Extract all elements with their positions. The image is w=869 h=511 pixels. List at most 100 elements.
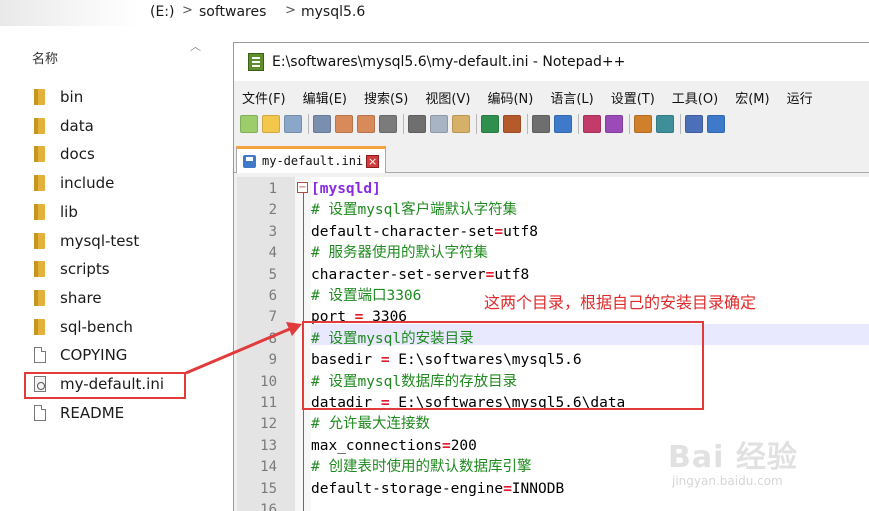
file-row-include[interactable]: include xyxy=(34,172,114,194)
file-name: data xyxy=(60,116,94,135)
toolbar-separator xyxy=(476,114,477,134)
file-highlight-box xyxy=(24,372,186,399)
file-row-scripts[interactable]: scripts xyxy=(34,258,110,280)
file-name: mysql-test xyxy=(60,231,140,250)
close-icon[interactable]: × xyxy=(366,154,380,168)
sync-h-icon[interactable] xyxy=(656,115,674,133)
menu-item-2[interactable]: 搜索(S) xyxy=(364,88,408,107)
code-line[interactable]: default-character-set=utf8 xyxy=(311,222,538,243)
column-header-name[interactable]: 名称 xyxy=(32,48,58,67)
show-all-icon[interactable] xyxy=(707,115,725,133)
breadcrumb-drive[interactable]: (E:) xyxy=(150,4,175,20)
save-icon[interactable] xyxy=(284,115,302,133)
code-line[interactable]: # 设置mysql客户端默认字符集 xyxy=(311,200,517,221)
file-name: docs xyxy=(60,145,95,164)
fold-collapse-icon[interactable]: − xyxy=(297,182,308,193)
code-line[interactable]: # 设置端口3306 xyxy=(311,286,421,307)
file-icon xyxy=(34,404,46,421)
folder-icon xyxy=(34,203,45,220)
toolbar-separator xyxy=(578,114,579,134)
open-icon[interactable] xyxy=(262,115,280,133)
menu-item-6[interactable]: 设置(T) xyxy=(611,88,655,107)
line-number-gutter: 1 2 3 4 5 6 7 8 9 10 11 12 13 14 15 16 xyxy=(237,177,295,511)
file-row-data[interactable]: data xyxy=(34,115,94,137)
line-number: 1 xyxy=(268,181,277,197)
config-key: default-storage-engine xyxy=(311,480,504,497)
code-line[interactable]: # 允许最大连接数 xyxy=(311,414,430,435)
line-number: 12 xyxy=(260,416,277,433)
file-row-bin[interactable]: bin xyxy=(34,86,83,108)
file-row-readme[interactable]: README xyxy=(34,402,124,424)
file-row-docs[interactable]: docs xyxy=(34,143,95,165)
close-icon[interactable] xyxy=(335,115,353,133)
line-number: 13 xyxy=(260,437,277,454)
config-key: character-set-server xyxy=(311,266,486,283)
code-line[interactable]: # 创建表时使用的默认数据库引擎 xyxy=(311,457,531,478)
print-icon[interactable] xyxy=(379,115,397,133)
menu-item-4[interactable]: 编码(N) xyxy=(487,88,533,107)
code-line[interactable]: default-storage-engine=INNODB xyxy=(311,479,564,500)
code-line[interactable]: # 服务器使用的默认字符集 xyxy=(311,243,488,264)
line-number: 6 xyxy=(268,288,277,304)
line-number: 10 xyxy=(260,373,277,390)
tab-my-default-ini[interactable]: my-default.ini × xyxy=(236,146,386,173)
line-number: 15 xyxy=(260,480,277,497)
config-value: utf8 xyxy=(494,266,530,283)
menu-item-7[interactable]: 工具(O) xyxy=(672,88,718,107)
replace-icon[interactable] xyxy=(554,115,572,133)
zoom-out-icon[interactable] xyxy=(605,115,623,133)
wrap-icon[interactable] xyxy=(685,115,703,133)
save-all-icon[interactable] xyxy=(313,115,331,133)
file-row-sql-bench[interactable]: sql-bench xyxy=(34,316,133,338)
code-line[interactable]: max_connections=200 xyxy=(311,436,477,457)
breadcrumb-softwares[interactable]: softwares xyxy=(199,4,266,20)
folder-icon xyxy=(34,146,45,163)
line-number: 3 xyxy=(268,223,277,240)
toolbar-separator xyxy=(308,114,309,134)
code-comment: # 设置mysql客户端默认字符集 xyxy=(311,202,518,219)
file-row-mysql-test[interactable]: mysql-test xyxy=(34,230,139,252)
line-number: 5 xyxy=(268,266,277,283)
redo-icon[interactable] xyxy=(503,115,521,133)
toolbar-separator xyxy=(629,114,630,134)
folder-icon xyxy=(34,89,45,105)
menu-item-3[interactable]: 视图(V) xyxy=(425,88,470,107)
file-row-lib[interactable]: lib xyxy=(34,201,78,223)
folder-icon xyxy=(34,117,45,134)
line-number: 4 xyxy=(268,245,277,262)
file-list: ︿ 名称 bin data docs include lib mysql-test scri… xyxy=(0,36,236,511)
find-icon[interactable] xyxy=(532,115,550,133)
menu-item-5[interactable]: 语言(L) xyxy=(550,88,593,107)
code-comment: # 允许最大连接数 xyxy=(311,416,430,433)
undo-icon[interactable] xyxy=(481,115,499,133)
toolbar xyxy=(234,109,869,139)
file-icon xyxy=(34,347,46,364)
cut-icon[interactable] xyxy=(408,115,426,133)
sync-v-icon[interactable] xyxy=(634,115,652,133)
sort-up-icon: ︿ xyxy=(190,40,201,53)
file-row-copying[interactable]: COPYING xyxy=(34,344,127,366)
new-icon[interactable] xyxy=(240,115,258,133)
code-line[interactable]: [mysqld] xyxy=(311,179,381,200)
config-key: default-character-set xyxy=(311,223,495,240)
window-titlebar[interactable]: E:\softwares\mysql5.6\my-default.ini - N… xyxy=(234,43,869,81)
line-number: 11 xyxy=(260,395,277,411)
menu-item-9[interactable]: 运行 xyxy=(787,88,813,107)
menu-item-8[interactable]: 宏(M) xyxy=(735,88,769,107)
copy-icon[interactable] xyxy=(430,115,448,133)
code-line[interactable]: character-set-server=utf8 xyxy=(311,265,529,286)
paste-icon[interactable] xyxy=(452,115,470,133)
annotation-text: 这两个目录，根据自己的安装目录确定 xyxy=(484,293,757,312)
file-name: README xyxy=(60,403,125,422)
file-row-share[interactable]: share xyxy=(34,287,102,309)
zoom-in-icon[interactable] xyxy=(583,115,601,133)
config-key: max_connections xyxy=(311,437,442,454)
close-all-icon[interactable] xyxy=(357,115,375,133)
watermark: Bai 经验 jingyan.baidu.com xyxy=(660,430,860,505)
menu-item-1[interactable]: 编辑(E) xyxy=(303,88,347,107)
breadcrumb-mysql[interactable]: mysql5.6 xyxy=(301,4,365,20)
notepadpp-icon xyxy=(248,53,264,71)
tab-bar: my-default.ini × xyxy=(234,143,869,173)
menu-item-0[interactable]: 文件(F) xyxy=(242,88,286,107)
line-number: 16 xyxy=(260,502,277,511)
